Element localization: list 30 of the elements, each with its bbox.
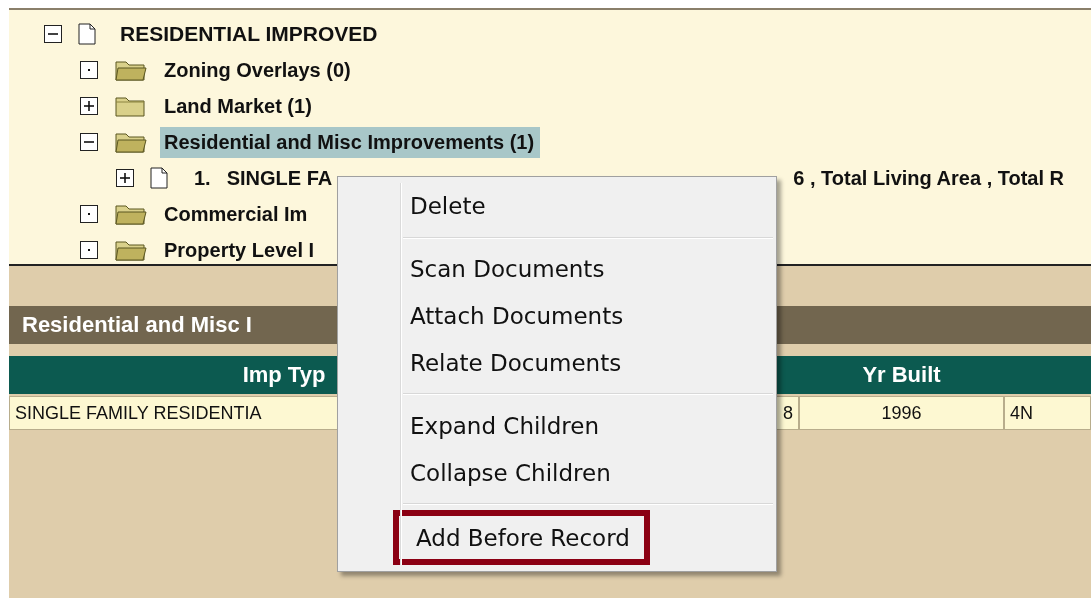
empty-toggle-icon[interactable] [80,241,98,259]
expand-icon[interactable] [80,97,98,115]
table-cell: 4N [1004,396,1091,430]
document-icon [150,167,168,189]
document-icon [78,23,96,45]
table-cell: 1996 [799,396,1004,430]
folder-icon [114,94,148,118]
folder-icon [114,130,148,154]
tree-item[interactable]: SINGLE FA [222,162,339,194]
tree-item[interactable]: Property Level I [160,234,321,264]
tree-item[interactable]: Residential and Misc Improvements (1) [160,126,541,158]
tree-item[interactable]: Zoning Overlays (0) [160,54,357,86]
tree-item[interactable]: Land Market (1) [160,90,318,122]
folder-icon [114,202,148,226]
column-header: Yr Built [799,356,1004,394]
menu-item[interactable]: Delete [402,183,486,230]
folder-icon [114,58,148,82]
tree-item-details: 6 , Total Living Area , Total R [793,166,1065,190]
expand-icon[interactable] [116,169,134,187]
folder-icon [114,238,148,262]
collapse-icon[interactable] [44,25,62,43]
tree-item[interactable]: RESIDENTIAL IMPROVED [116,18,384,50]
collapse-icon[interactable] [80,133,98,151]
empty-toggle-icon[interactable] [80,205,98,223]
record-number: 1. [194,166,211,190]
menu-item[interactable]: Add Before Record [393,510,650,565]
tree-item[interactable]: Commercial Im [160,198,314,230]
empty-toggle-icon[interactable] [80,61,98,79]
menu-item[interactable]: Scan Documents [402,245,605,293]
menu-item[interactable]: Collapse Children [402,449,611,497]
